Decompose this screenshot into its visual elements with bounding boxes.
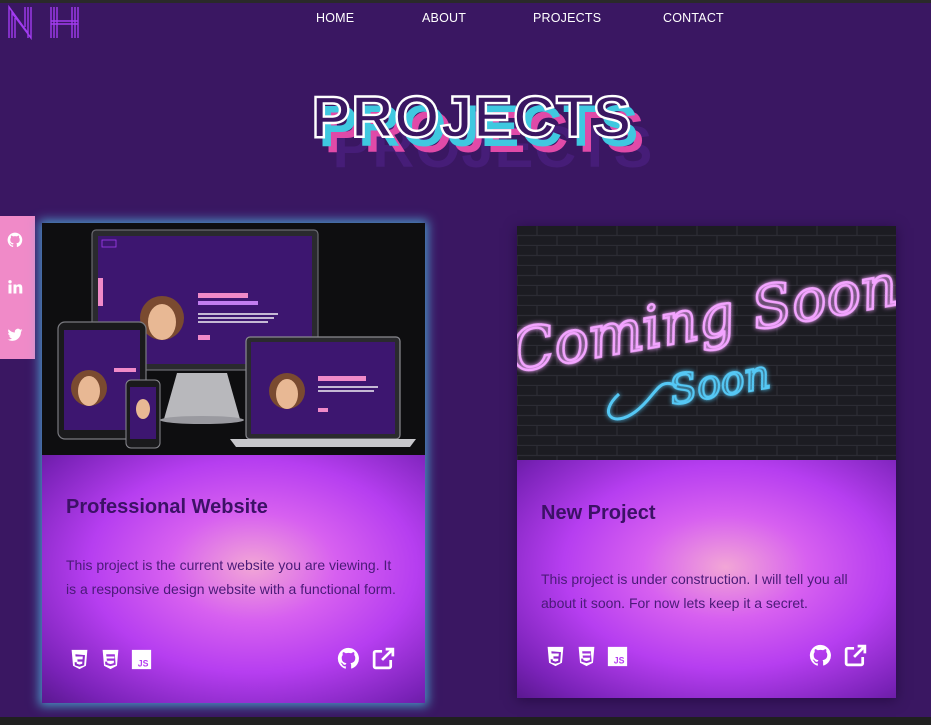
project-card-body: Professional Website This project is the… [42,455,425,703]
project-card-1: Professional Website This project is the… [42,223,425,703]
project-image-coming-soon: Coming Soon Soon [517,226,896,460]
top-strip [0,0,931,3]
html5-icon [71,649,88,670]
js-icon: JS [607,646,628,667]
linkedin-icon[interactable] [7,279,23,295]
nav-contact[interactable]: CONTACT [663,11,724,25]
project-description: This project is under construction. I wi… [541,571,848,611]
project-title: New Project [541,502,656,524]
tech-stack: JS [69,649,152,670]
main-nav: HOME ABOUT PROJECTS CONTACT [0,11,931,27]
page-title-wrap: PROJECTS PROJECTS PROJECTS PROJECTS [0,80,931,190]
github-icon[interactable] [337,647,360,670]
project-links [809,644,867,667]
project-card-body: New Project This project is under constr… [517,460,896,698]
html5-icon [547,646,564,667]
nav-home[interactable]: HOME [316,11,354,25]
twitter-icon[interactable] [7,327,23,343]
nav-about[interactable]: ABOUT [422,11,466,25]
external-link-icon[interactable] [372,647,395,670]
github-icon[interactable] [809,644,832,667]
page-title: PROJECTS [312,85,633,150]
bottom-strip [0,717,931,725]
svg-text:JS: JS [614,656,625,666]
project-image-devices [42,223,425,455]
project-description: This project is the current website you … [66,557,396,597]
github-icon[interactable] [7,232,23,248]
project-links [337,647,395,670]
js-icon: JS [131,649,152,670]
external-link-icon[interactable] [844,644,867,667]
nav-projects[interactable]: PROJECTS [533,11,601,25]
svg-text:JS: JS [138,659,149,669]
tech-stack: JS [545,646,628,667]
css3-icon [578,646,595,667]
project-title: Professional Website [66,496,268,518]
project-card-2: Coming Soon Soon New Project This projec… [517,226,896,698]
social-bar [0,216,35,359]
css3-icon [102,649,119,670]
page-title-graphic: PROJECTS PROJECTS PROJECTS PROJECTS [310,84,652,180]
